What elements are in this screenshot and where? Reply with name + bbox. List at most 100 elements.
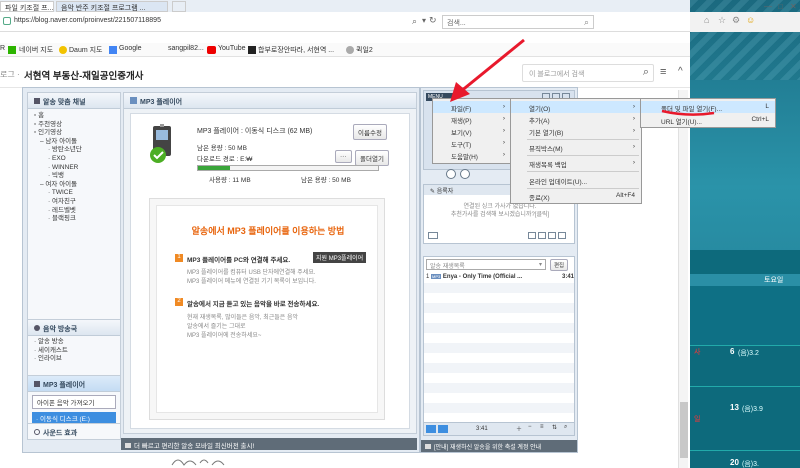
status-bar[interactable]: 더 빠르고 편리한 알송 모바일 최신버전 출시! <box>121 438 417 450</box>
sort-icon[interactable]: ⇅ <box>552 424 557 431</box>
sidebar-item-label: 블랙핑크 <box>51 215 76 223</box>
tab-2[interactable]: 음악 반주 키조절 프로그램 ... <box>56 1 168 12</box>
minimize-icon[interactable]: — <box>764 2 772 11</box>
blog-search-input[interactable]: 이 블로그에서 검색 ⌕ <box>522 64 654 82</box>
sidebar-item-saycast[interactable]: · 세이캐스트 <box>34 347 114 356</box>
playlist-select[interactable]: 알송 재생목록 ▾ <box>426 259 546 270</box>
lyrics-toggle-icon[interactable] <box>428 232 438 239</box>
new-tab-button[interactable] <box>172 1 186 12</box>
hamburger-menu-icon[interactable]: ≡ <box>660 66 666 78</box>
menu-item-open[interactable]: 열기(O) › <box>511 101 641 113</box>
list-icon[interactable]: ≡ <box>540 424 544 430</box>
remove-icon[interactable]: − <box>528 424 532 430</box>
sidebar-section-header[interactable]: 음악 방송국 <box>28 320 120 336</box>
sound-effect-section[interactable]: 사운드 효과 <box>28 423 120 439</box>
rename-button[interactable]: 이름수정 <box>353 124 387 140</box>
bookmark-google[interactable]: Google <box>119 45 142 52</box>
refresh-icon[interactable]: ↻ <box>429 15 437 26</box>
url-field[interactable]: https://blog.naver.com/proinvest/2215071… <box>14 17 161 24</box>
sidebar-item-popular[interactable]: ▫ 인기영상 <box>34 129 114 138</box>
guide-box: 알송에서 MP3 플레이어를 이용하는 방법 1 MP3 플레이어를 PC와 연… <box>149 198 385 420</box>
add-icon[interactable]: ＋ <box>516 424 522 433</box>
stop-button[interactable] <box>460 169 470 179</box>
sidebar-item-winner[interactable]: · WINNER <box>34 164 114 173</box>
scrollbar-thumb[interactable] <box>680 402 688 458</box>
menu-item-playlist-backup[interactable]: 재생목록 백업 › <box>511 157 641 169</box>
open-folder-button[interactable]: 폴더열기 <box>355 150 389 166</box>
iphone-import-button[interactable]: 아이폰 음악 가져오기 <box>32 395 116 409</box>
blog-prefix: 로그 · <box>0 70 20 79</box>
menu-item-add[interactable]: 추가(A) › <box>511 113 641 125</box>
sidebar-item-bigbang[interactable]: · 빅뱅 <box>34 172 114 181</box>
sidebar-item-alsong-radio[interactable]: · 알송 방송 <box>34 338 114 347</box>
supported-players-badge[interactable]: 지원 MP3플레이어 <box>313 252 367 263</box>
tab-1[interactable]: 파일 키조절 프... <box>0 1 54 12</box>
search-icon[interactable]: ⌕ <box>564 424 567 431</box>
sidebar-item-blackpink[interactable]: · 블랙핑크 <box>34 215 114 224</box>
radio-section: 음악 방송국 · 알송 방송 · 세이캐스트 · 인라이브 <box>28 319 120 369</box>
star-icon[interactable]: ☆ <box>718 15 726 26</box>
bookmark-item[interactable]: R <box>0 45 5 52</box>
maximize-icon[interactable]: □ <box>778 2 783 11</box>
gear-icon[interactable]: ⚙ <box>732 15 740 26</box>
sidebar-item-recommended[interactable]: ▫ 주천영상 <box>34 121 114 130</box>
menu-item-musicbox[interactable]: 뮤직박스(M) › <box>511 141 641 153</box>
menu-item-view[interactable]: 보기(V) › <box>433 125 511 137</box>
mp3-device-icon <box>149 124 175 164</box>
search-icon[interactable]: ⌕ <box>412 16 417 27</box>
sidebar-item-label: 주천영상 <box>38 120 63 128</box>
menu-item-play[interactable]: 재생(P) › <box>433 113 511 125</box>
sidebar-item-exo[interactable]: · EXO <box>34 155 114 164</box>
browse-button[interactable]: ··· <box>335 150 352 163</box>
sidebar-section-header[interactable]: MP3 플레이어 <box>28 376 120 392</box>
bookmark-sangpil[interactable]: sangpil82... <box>168 45 204 52</box>
shuffle-icon[interactable] <box>438 425 448 433</box>
bookmark-daum-map[interactable]: Daum 지도 <box>69 45 103 55</box>
chevron-up-icon[interactable]: ^ <box>678 66 683 77</box>
lyrics-message[interactable]: 연결된 싱크 가사가 없습니다. 추천가사를 검색해 보시겠습니까?[클릭] <box>424 203 576 219</box>
sidebar-item-female-idol[interactable]: – 여자 아이돌 <box>34 181 114 190</box>
sidebar-item-gfriend[interactable]: · 여자친구 <box>34 198 114 207</box>
radio-list: · 알송 방송 · 세이캐스트 · 인라이브 <box>28 336 120 366</box>
edit-icon[interactable] <box>528 232 536 239</box>
close-icon[interactable] <box>558 232 566 239</box>
calendar-date[interactable]: 6 <box>730 347 734 356</box>
sidebar-item-label: 빅뱅 <box>51 172 64 180</box>
dropdown-icon[interactable]: ▾ <box>422 16 426 25</box>
repeat-icon[interactable] <box>426 425 436 433</box>
sidebar-item-home[interactable]: ▫ 홈 <box>34 112 114 121</box>
bookmark-youtube[interactable]: YouTube <box>218 45 246 52</box>
sidebar-item-bts[interactable]: · 방탄소년단 <box>34 146 114 155</box>
youtube-icon <box>207 46 216 54</box>
bookmark-quick[interactable]: 퀵일2 <box>356 45 373 55</box>
calendar-date[interactable]: 13 <box>730 403 739 412</box>
search-icon[interactable]: ⌕ <box>584 17 589 28</box>
menu-item-default-open[interactable]: 기본 열기(B) › <box>511 125 641 137</box>
sidebar-item-twice[interactable]: · TWICE <box>34 189 114 198</box>
browser-search-field[interactable]: 검색... ⌕ <box>442 15 594 29</box>
sidebar-item-inlive[interactable]: · 인라이브 <box>34 355 114 364</box>
menu-item-help[interactable]: 도움말(H) › <box>433 149 511 161</box>
blog-title[interactable]: 서현역 부동산-재일공인중개사 <box>24 68 143 82</box>
pause-button[interactable] <box>446 169 456 179</box>
player-status-bar[interactable]: [안내] 재생하신 알송을 위한 축설 계정 안내 <box>421 440 577 452</box>
bookmark-naver-map[interactable]: 네이버 지도 <box>19 45 53 55</box>
smiley-icon[interactable]: ☺ <box>746 15 755 25</box>
calendar-date[interactable]: 20 <box>730 458 739 467</box>
search-icon[interactable]: ⌕ <box>643 66 649 79</box>
download-path: 다운로드 경로 : E:₩ <box>197 156 253 163</box>
menu-item-exit[interactable]: 종료(X) Alt+F4 <box>511 190 641 202</box>
sidebar-section-header[interactable]: 알송 맞춤 채널 <box>28 93 120 109</box>
bookmark-seohyeon[interactable]: 합부로장안따라, 서현역 ... <box>258 45 334 55</box>
step-1-icon: 1 <box>175 254 183 262</box>
link-icon[interactable] <box>538 232 546 239</box>
add-icon[interactable] <box>548 232 556 239</box>
page-scrollbar[interactable] <box>678 90 688 468</box>
menu-item-tools[interactable]: 도구(T) › <box>433 137 511 149</box>
playlist-track-row[interactable]: 1 MP3 Enya - Only Time (Official ... 3:4… <box>426 274 574 284</box>
sidebar-item-redvelvet[interactable]: · 레드벨벳 <box>34 207 114 216</box>
home-icon[interactable]: ⌂ <box>704 15 709 25</box>
close-icon[interactable]: ✕ <box>790 2 797 11</box>
playlist-edit-button[interactable]: 편집 <box>550 259 569 271</box>
menu-item-online-update[interactable]: 온라인 업데이트(U)... <box>511 174 641 186</box>
